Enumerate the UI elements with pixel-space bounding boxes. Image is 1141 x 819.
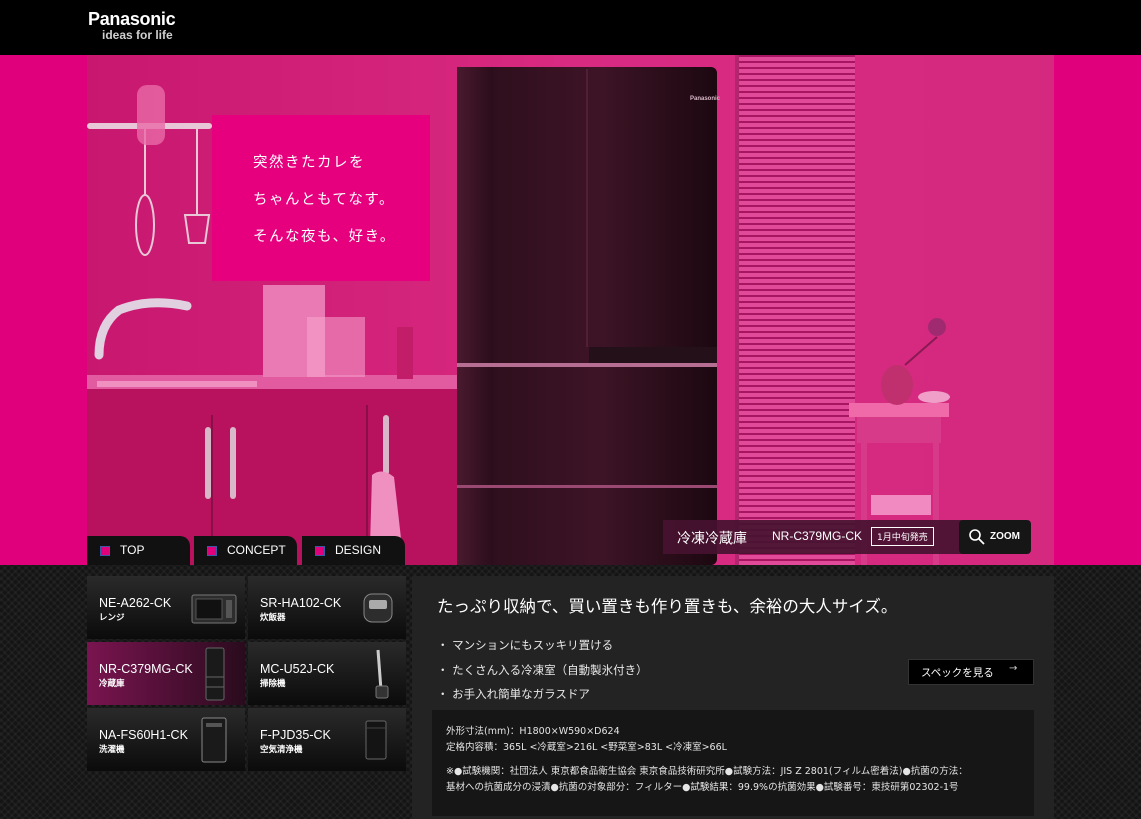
product-card-refrigerator[interactable]: NR-C379MG-CK 冷蔵庫 — [87, 642, 245, 705]
bottom-section: NE-A262-CK レンジ SR-HA102-CK 炊飯器 NR-C379MG… — [0, 565, 1141, 819]
spec-dimensions: 外形寸法(mm)：H1800×W590×D624 — [446, 726, 620, 737]
view-specs-label: スペックを見る — [921, 667, 994, 679]
product-card-model: NA-FS60H1-CK — [99, 728, 188, 742]
spec-note-line: 基材への抗菌成分の浸漬●抗菌の対象部分：フィルター●試験結果：99.9%の抗菌効… — [446, 782, 959, 793]
product-model: NR-C379MG-CK — [772, 529, 863, 543]
tab-label: DESIGN — [335, 543, 382, 557]
spec-note-line: ※●試験機関：社団法人 東京都食品衛生協会 東京食品技術研究所●試験方法：JIS… — [446, 766, 968, 777]
feature-item: ・ お手入れ簡単なガラスドア — [437, 687, 590, 701]
product-category: 冷凍冷蔵庫 — [677, 531, 747, 547]
tab-top[interactable]: TOP — [87, 536, 190, 565]
tab-label: CONCEPT — [227, 543, 286, 557]
spec-capacity: 定格内容積：365L <冷蔵室>216L <野菜室>83L <冷凍室>66L — [446, 742, 727, 753]
brand-name: Panasonic — [88, 9, 176, 29]
zoom-button[interactable]: ZOOM — [959, 520, 1031, 554]
tagline-line-3: そんな夜も、好き。 — [253, 229, 396, 245]
header: Panasonic ideas for life — [0, 0, 1141, 55]
tab-concept[interactable]: CONCEPT — [194, 536, 297, 565]
product-info-bar: 冷凍冷蔵庫 NR-C379MG-CK 1月中旬発売 — [663, 520, 1003, 554]
product-grid: NE-A262-CK レンジ SR-HA102-CK 炊飯器 NR-C379MG… — [87, 576, 406, 771]
product-headline: たっぷり収納で、買い置きも作り置きも、余裕の大人サイズ。 — [437, 597, 898, 616]
product-card-category: 洗濯機 — [99, 745, 125, 755]
product-card-microwave[interactable]: NE-A262-CK レンジ — [87, 576, 245, 639]
spec-box: 外形寸法(mm)：H1800×W590×D624 定格内容積：365L <冷蔵室… — [432, 710, 1034, 816]
magnifier-icon — [969, 529, 985, 545]
feature-item: ・ たくさん入る冷凍室（自動製氷付き） — [437, 663, 648, 677]
product-card-category: レンジ — [99, 613, 125, 623]
product-card-model: F-PJD35-CK — [260, 728, 331, 742]
tab-label: TOP — [120, 543, 145, 557]
product-card-washing-machine[interactable]: NA-FS60H1-CK 洗濯機 — [87, 708, 245, 771]
washing-machine-icon — [201, 717, 227, 763]
hero-tagline-box: 突然きたカレを ちゃんともてなす。 そんな夜も、好き。 — [212, 115, 430, 281]
hero-image: Panasonic 突然きたカレを ちゃんともてなす。 そんな夜も、好き。 TO… — [87, 55, 1054, 565]
product-card-vacuum[interactable]: MC-U52J-CK 掃除機 — [248, 642, 406, 705]
tab-marker-icon — [207, 546, 217, 556]
product-card-category: 冷蔵庫 — [99, 679, 125, 689]
product-card-category: 掃除機 — [260, 679, 286, 689]
release-badge: 1月中旬発売 — [871, 527, 934, 546]
hero-banner: Panasonic 突然きたカレを ちゃんともてなす。 そんな夜も、好き。 TO… — [0, 55, 1141, 565]
product-card-model: MC-U52J-CK — [260, 662, 335, 676]
product-card-category: 炊飯器 — [260, 613, 286, 623]
tab-marker-icon — [100, 546, 110, 556]
vacuum-icon — [375, 649, 389, 699]
product-card-model: SR-HA102-CK — [260, 596, 342, 610]
product-card-air-purifier[interactable]: F-PJD35-CK 空気清浄機 — [248, 708, 406, 771]
view-specs-button[interactable]: スペックを見る → — [908, 659, 1034, 685]
air-purifier-icon — [365, 720, 387, 760]
tagline-line-1: 突然きたカレを — [253, 155, 365, 171]
product-card-rice-cooker[interactable]: SR-HA102-CK 炊飯器 — [248, 576, 406, 639]
tagline-line-2: ちゃんともてなす。 — [253, 192, 395, 208]
rice-cooker-icon — [363, 593, 393, 623]
fridge-logo: Panasonic — [690, 96, 721, 102]
tab-marker-icon — [315, 546, 325, 556]
arrow-right-icon: → — [1009, 663, 1018, 674]
panasonic-logo[interactable]: Panasonic ideas for life — [88, 9, 176, 42]
microwave-icon — [191, 594, 237, 624]
brand-tagline: ideas for life — [102, 28, 173, 42]
product-detail-panel: たっぷり収納で、買い置きも作り置きも、余裕の大人サイズ。 ・ マンションにもスッ… — [412, 576, 1054, 819]
product-card-model: NE-A262-CK — [99, 596, 172, 610]
tab-design[interactable]: DESIGN — [302, 536, 405, 565]
refrigerator-icon — [205, 647, 225, 701]
zoom-label: ZOOM — [990, 531, 1020, 542]
product-card-model: NR-C379MG-CK — [99, 662, 193, 676]
product-card-category: 空気清浄機 — [260, 745, 303, 755]
feature-item: ・ マンションにもスッキリ置ける — [437, 638, 614, 652]
